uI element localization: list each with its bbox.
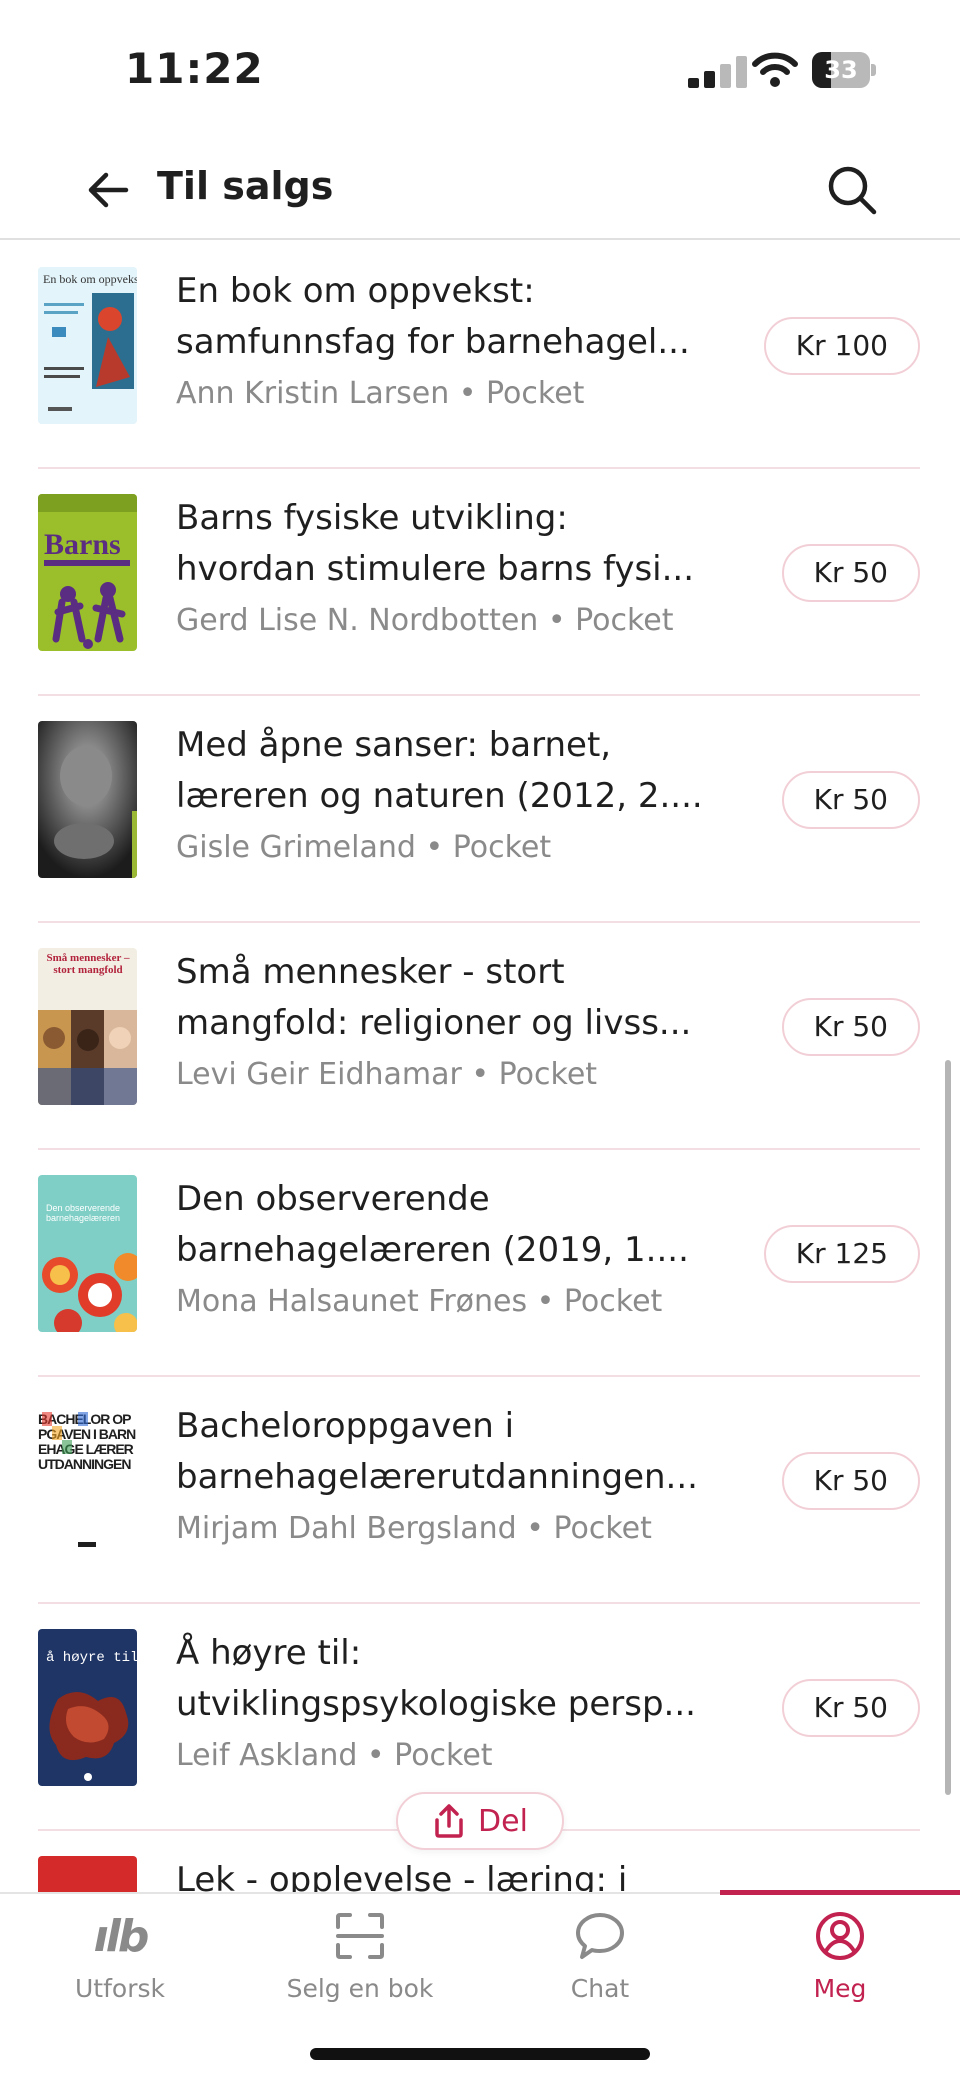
share-button-label: Del [478,1803,528,1839]
status-time: 11:22 [125,44,264,93]
listing-meta: Ann Kristin Larsen • Pocket [176,376,585,411]
scan-icon [335,1908,385,1964]
listing-format: Pocket [498,1057,598,1092]
listing-author: Leif Askland [176,1738,358,1773]
listing-author: Ann Kristin Larsen [176,376,450,411]
battery-percent: 33 [824,56,858,84]
page-title: Til salgs [157,164,334,208]
share-button[interactable]: Del [396,1792,564,1850]
listing-format: Pocket [486,376,585,411]
listing-author: Levi Geir Eidhamar [176,1057,462,1092]
listing-author: Gisle Grimeland [176,830,416,865]
listing-format: Pocket [553,1511,652,1546]
nav-tab-utforsk[interactable]: ılb Utforsk [0,1894,240,2014]
scrollbar[interactable] [945,1060,951,1795]
share-icon [435,1804,463,1838]
cover-title-text: Små mennesker – stort mangfold [46,952,130,976]
listing-meta: Levi Geir Eidhamar • Pocket [176,1057,598,1092]
cover-title-text: En bok om oppvekst [43,272,137,286]
cover-title-text: å høyre til [46,1650,137,1666]
listing-format: Pocket [452,830,552,865]
listing-meta: Leif Askland • Pocket [176,1738,493,1773]
price-badge: Kr 125 [763,1225,920,1283]
listing-list[interactable]: En bok om oppvekst En bok om oppvekst: s… [0,242,960,1892]
book-cover-image: å høyre til [38,1629,137,1786]
nav-tab-meg[interactable]: Meg [720,1894,960,2014]
nav-tab-label: Selg en bok [286,1974,434,2003]
search-button[interactable] [822,160,882,220]
listing-title: En bok om oppvekst: samfunnsfag for barn… [176,271,690,362]
listing-item[interactable]: Med åpne sanser: barnet, læreren og natu… [38,696,920,923]
listing-format: Pocket [563,1284,663,1319]
listing-title: Å høyre til: utviklingspsykologiske pers… [176,1633,696,1724]
listing-author: Mona Halsaunet Frønes [176,1284,528,1319]
book-cover-image: Den observerende barnehagelæreren [38,1175,137,1332]
nav-tab-selg-en-bok[interactable]: Selg en bok [240,1894,480,2014]
bookis-logo-icon: ılb [93,1910,150,1962]
cover-title-text: Barns [44,528,121,561]
chat-bubble-icon [574,1908,626,1964]
listing-title: Med åpne sanser: barnet, læreren og natu… [176,725,703,816]
listing-meta: Gerd Lise N. Nordbotten • Pocket [176,603,674,638]
nav-tab-label: Chat [570,1974,630,2003]
price-badge: Kr 50 [781,998,920,1056]
listing-item[interactable]: Barns Barns fysiske utvikling: hvordan s… [38,469,920,696]
listing-item[interactable]: Den observerende barnehagelæreren Den ob… [38,1150,920,1377]
book-cover-image: Barns [38,494,137,651]
cellular-signal-icon [688,56,747,88]
listing-meta: Mona Halsaunet Frønes • Pocket [176,1284,663,1319]
book-cover-image: BACHELOR OPPGAVEN I BARNEHAGE LÆRER UTDA… [38,1402,137,1559]
price-badge: Kr 50 [781,1452,920,1510]
listing-title: Lek - opplevelse - læring: i [176,1860,628,1892]
arrow-left-icon [88,172,129,208]
book-cover-image [38,721,137,878]
listing-author: Gerd Lise N. Nordbotten [176,603,539,638]
top-app-bar: Til salgs [0,140,960,240]
nav-tab-label: Utforsk [75,1974,165,2003]
book-cover-image: Små mennesker – stort mangfold [38,948,137,1105]
listing-title: Den observerende barnehagelæreren (2019,… [176,1179,689,1270]
home-indicator [310,2048,650,2060]
status-bar: 11:22 33 [0,0,960,140]
wifi-icon [752,52,798,87]
price-badge: Kr 100 [763,317,920,375]
back-button[interactable] [80,162,136,218]
price-badge: Kr 50 [781,771,920,829]
nav-tab-chat[interactable]: Chat [480,1894,720,2014]
battery-icon: 33 [812,52,876,88]
profile-icon [814,1908,866,1964]
listing-item[interactable]: BACHELOR OPPGAVEN I BARNEHAGE LÆRER UTDA… [38,1377,920,1604]
book-cover-image: En bok om oppvekst [38,267,137,424]
listing-item[interactable]: En bok om oppvekst En bok om oppvekst: s… [38,242,920,469]
listing-title: Små mennesker - stort mangfold: religion… [176,952,692,1043]
search-icon [828,166,877,215]
book-cover-image [38,1856,137,1892]
listing-format: Pocket [575,603,674,638]
listing-author: Mirjam Dahl Bergsland [176,1511,517,1546]
nav-tab-label: Meg [813,1974,867,2003]
listing-format: Pocket [394,1738,493,1773]
cover-title-text: Den observerende barnehagelæreren [46,1203,121,1223]
price-badge: Kr 50 [781,544,920,602]
listing-title: Barns fysiske utvikling: hvordan stimule… [176,498,695,589]
listing-meta: Gisle Grimeland • Pocket [176,830,552,865]
listing-title: Bacheloroppgaven i barnehagelærerutdanni… [176,1406,698,1497]
listing-item[interactable]: Små mennesker – stort mangfold Små menne… [38,923,920,1150]
price-badge: Kr 50 [781,1679,920,1737]
listing-meta: Mirjam Dahl Bergsland • Pocket [176,1511,652,1546]
